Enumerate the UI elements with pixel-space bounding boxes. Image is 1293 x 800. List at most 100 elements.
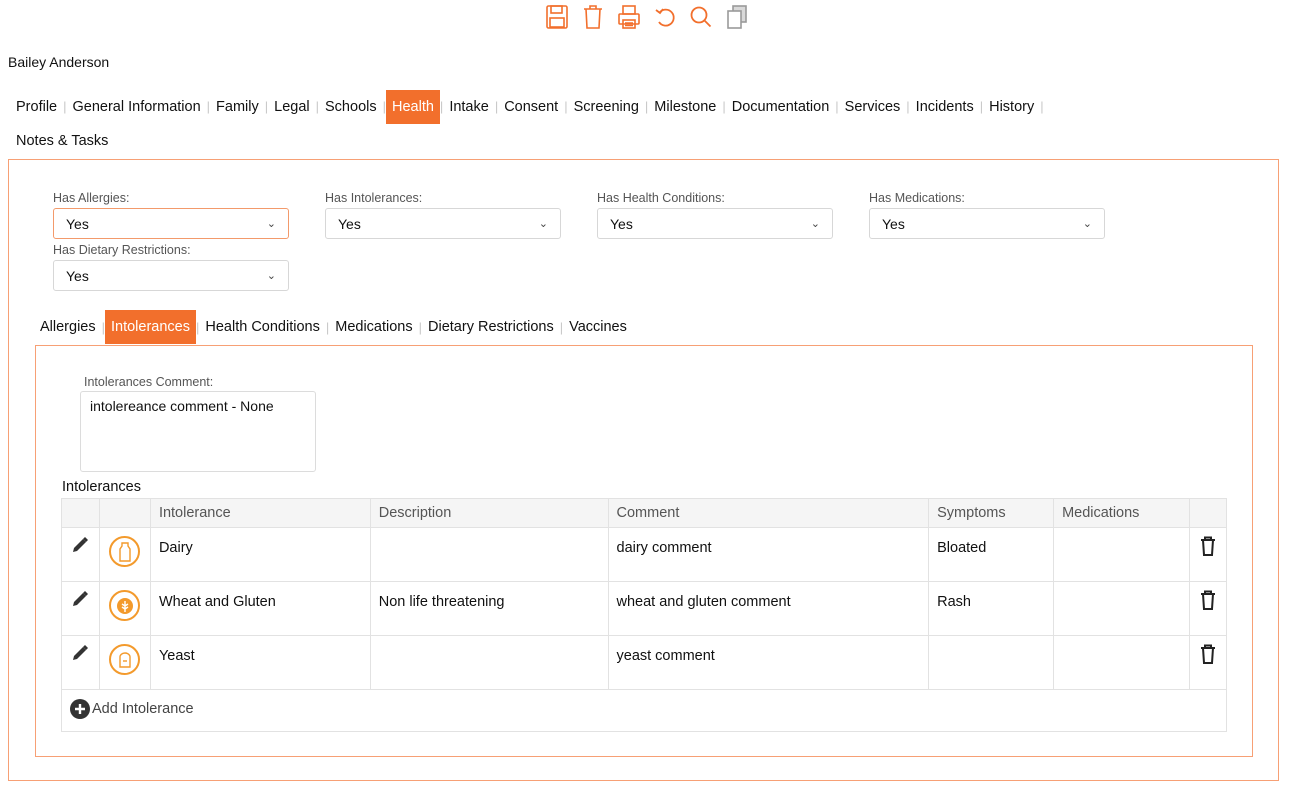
table-row: Wheat and Gluten Non life threatening wh… <box>61 581 1228 636</box>
icon-cell <box>98 635 151 690</box>
has-medications-field: Has Medications: Yes ⌄ <box>869 191 1105 239</box>
comment-cell: yeast comment <box>607 635 930 690</box>
person-name: Bailey Anderson <box>8 54 110 70</box>
comment-cell: wheat and gluten comment <box>607 581 930 636</box>
sub-tab-vaccines[interactable]: Vaccines <box>563 319 633 335</box>
sub-tab-medications[interactable]: Medications <box>329 319 418 335</box>
sub-tab-dietary-restrictions[interactable]: Dietary Restrictions <box>422 319 560 335</box>
add-cell: Add Intolerance <box>61 689 1227 732</box>
add-intolerance-label: Add Intolerance <box>92 700 194 717</box>
column-header-comment: Comment <box>607 498 930 528</box>
chevron-down-icon: ⌄ <box>810 218 820 230</box>
has-dietary-restrictions-field: Has Dietary Restrictions: Yes ⌄ <box>53 243 289 291</box>
table-row: Yeast yeast comment <box>61 635 1228 690</box>
select-value: Yes <box>66 267 89 284</box>
nav-tab-schools[interactable]: Schools <box>319 92 383 122</box>
select-value: Yes <box>66 215 89 232</box>
intolerances-comment-textarea[interactable]: intolereance comment - None <box>80 391 316 472</box>
delete-cell <box>1188 635 1228 690</box>
has-medications-label: Has Medications: <box>869 191 965 205</box>
icon-cell <box>98 527 151 582</box>
intolerance-cell: Dairy <box>149 527 371 582</box>
edit-cell <box>61 527 100 582</box>
search-icon[interactable] <box>684 1 718 33</box>
has-health-conditions-select[interactable]: Yes ⌄ <box>597 208 833 239</box>
intolerance-cell: Yeast <box>149 635 371 690</box>
trash-icon[interactable] <box>1200 590 1216 614</box>
has-intolerances-field: Has Intolerances: Yes ⌄ <box>325 191 561 239</box>
has-health-conditions-label: Has Health Conditions: <box>597 191 725 205</box>
medications-cell <box>1053 527 1190 582</box>
trash-icon[interactable] <box>576 1 610 33</box>
column-header-medications: Medications <box>1053 498 1190 528</box>
nav-tab-services[interactable]: Services <box>839 92 907 122</box>
nav-tab-intake[interactable]: Intake <box>443 92 495 122</box>
pencil-icon[interactable] <box>71 644 89 666</box>
has-allergies-field: Has Allergies: Yes ⌄ <box>53 191 289 239</box>
nav-tab-legal[interactable]: Legal <box>268 92 315 122</box>
column-header-delete <box>1188 498 1228 528</box>
edit-cell <box>61 635 100 690</box>
has-intolerances-label: Has Intolerances: <box>325 191 423 205</box>
nav-tab-documentation[interactable]: Documentation <box>726 92 836 122</box>
sub-tab-intolerances[interactable]: Intolerances <box>105 310 196 344</box>
chevron-down-icon: ⌄ <box>266 270 276 282</box>
nav-tab-general-information[interactable]: General Information <box>67 92 207 122</box>
table-header-row: Intolerance Description Comment Symptoms… <box>61 498 1228 528</box>
has-intolerances-select[interactable]: Yes ⌄ <box>325 208 561 239</box>
nav-tab-screening[interactable]: Screening <box>568 92 645 122</box>
description-cell: Non life threatening <box>369 581 609 636</box>
save-icon[interactable] <box>540 1 574 33</box>
nav-tab-profile[interactable]: Profile <box>10 92 63 122</box>
has-allergies-select[interactable]: Yes ⌄ <box>53 208 289 239</box>
nav-tab-health[interactable]: Health <box>386 90 440 124</box>
copy-icon[interactable] <box>720 1 754 33</box>
symptoms-cell: Bloated <box>928 527 1055 582</box>
intolerance-cell: Wheat and Gluten <box>149 581 371 636</box>
medications-cell <box>1053 581 1190 636</box>
column-header-symptoms: Symptoms <box>928 498 1055 528</box>
intolerances-section-title: Intolerances <box>62 479 141 495</box>
chevron-down-icon: ⌄ <box>538 218 548 230</box>
nav-tab-family[interactable]: Family <box>210 92 265 122</box>
delete-cell <box>1188 527 1228 582</box>
nav-tab-incidents[interactable]: Incidents <box>910 92 980 122</box>
description-cell <box>369 527 609 582</box>
main-nav-row: Notes & Tasks <box>10 126 114 156</box>
trash-icon[interactable] <box>1200 644 1216 668</box>
symptoms-cell <box>928 635 1055 690</box>
has-dietary-restrictions-select[interactable]: Yes ⌄ <box>53 260 289 291</box>
nav-tab-history[interactable]: History <box>983 92 1040 122</box>
column-header-intolerance: Intolerance <box>149 498 371 528</box>
nav-tab-consent[interactable]: Consent <box>498 92 564 122</box>
description-cell <box>369 635 609 690</box>
sub-tab-allergies[interactable]: Allergies <box>34 319 102 335</box>
add-intolerance-button[interactable]: Add Intolerance <box>70 698 194 719</box>
pencil-icon[interactable] <box>71 536 89 558</box>
sub-tab-health-conditions[interactable]: Health Conditions <box>199 319 325 335</box>
delete-cell <box>1188 581 1228 636</box>
edit-cell <box>61 581 100 636</box>
pencil-icon[interactable] <box>71 590 89 612</box>
undo-icon[interactable] <box>648 1 682 33</box>
intolerances-comment-label: Intolerances Comment: <box>84 375 214 389</box>
chevron-down-icon: ⌄ <box>266 218 276 230</box>
column-header-description: Description <box>369 498 609 528</box>
has-medications-select[interactable]: Yes ⌄ <box>869 208 1105 239</box>
plus-circle-icon <box>70 698 90 719</box>
has-health-conditions-field: Has Health Conditions: Yes ⌄ <box>597 191 833 239</box>
column-header-icon <box>98 498 151 528</box>
print-icon[interactable] <box>612 1 646 33</box>
has-dietary-restrictions-label: Has Dietary Restrictions: <box>53 243 191 257</box>
nav-tab-notes-and-tasks[interactable]: Notes & Tasks <box>10 126 114 156</box>
symptoms-cell: Rash <box>928 581 1055 636</box>
milk-bottle-icon <box>109 536 141 567</box>
add-row: Add Intolerance <box>61 689 1227 732</box>
trash-icon[interactable] <box>1200 536 1216 560</box>
nav-tab-milestone[interactable]: Milestone <box>648 92 722 122</box>
main-nav: Profile | General Information | Family | Legal… <box>10 90 1280 149</box>
select-value: Yes <box>338 215 361 232</box>
nav-separator: | <box>1040 99 1044 114</box>
comment-cell: dairy comment <box>607 527 930 582</box>
has-allergies-label: Has Allergies: <box>53 191 130 205</box>
